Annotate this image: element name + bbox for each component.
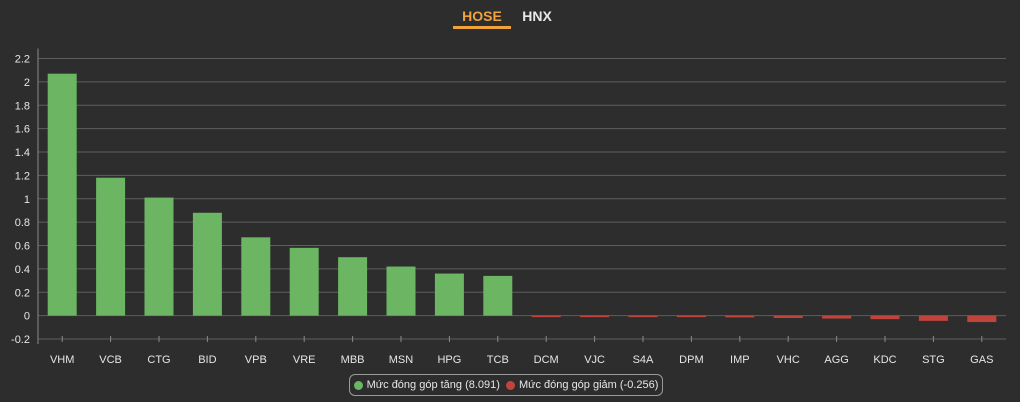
bar-s4a — [628, 315, 658, 318]
bar-gas — [967, 315, 997, 323]
x-tick-label: DPM — [679, 354, 703, 366]
legend-item-negative[interactable]: Mức đóng góp giảm (-0.256) — [505, 379, 659, 391]
bar-agg — [822, 315, 852, 319]
x-tick-label: VHC — [777, 354, 800, 366]
bar-vhm — [47, 73, 77, 316]
x-tick-label: BID — [198, 354, 216, 366]
grid-lines — [37, 48, 1006, 344]
x-tick-label: S4A — [633, 354, 654, 366]
x-tick-label: VCB — [99, 354, 122, 366]
bar-vjc — [580, 315, 610, 318]
x-tick-label: VHM — [50, 354, 74, 366]
bar-bid — [192, 212, 222, 316]
bar-tcb — [483, 275, 513, 316]
x-tick-label: VJC — [584, 354, 605, 366]
x-tick-label: STG — [922, 354, 945, 366]
y-tick-label: 2 — [24, 77, 30, 89]
x-tick-label: AGG — [824, 354, 848, 366]
y-axis-ticks: -0.2 0 0.2 0.4 0.6 0.8 1 1.2 1.4 1.6 1.8 2 2.2 — [11, 54, 30, 347]
bar-dpm — [676, 315, 706, 318]
chart-legend: Mức đóng góp tăng (8.091) Mức đóng góp g… — [349, 374, 663, 396]
y-tick-label: 0 — [24, 311, 30, 323]
y-tick-label: 1.4 — [15, 147, 30, 159]
bar-stg — [918, 315, 948, 321]
bar-vhc — [773, 315, 803, 318]
y-tick-label: 2.2 — [15, 54, 30, 66]
y-tick-label: 1.8 — [15, 100, 30, 112]
x-tick-label: GAS — [970, 354, 993, 366]
x-tick-label: MBB — [341, 354, 365, 366]
y-tick-label: 1 — [24, 194, 30, 206]
y-tick-label: 1.2 — [15, 170, 30, 182]
bar-vre — [289, 247, 319, 316]
x-tick-label: CTG — [147, 354, 170, 366]
x-tick-label: MSN — [389, 354, 414, 366]
legend-item-positive[interactable]: Mức đóng góp tăng (8.091) — [353, 379, 500, 391]
contribution-bar-chart: -0.2 0 0.2 0.4 0.6 0.8 1 1.2 1.4 1.6 1.8 2 2.2 VHM VC… — [11, 48, 1006, 366]
y-tick-label: 0.6 — [15, 241, 30, 253]
y-tick-label: 0.2 — [15, 287, 30, 299]
red-dot-icon — [505, 380, 515, 390]
x-tick-label: VPB — [245, 354, 267, 366]
bar-ctg — [144, 197, 174, 316]
bar-msn — [386, 266, 416, 316]
bar-vpb — [241, 237, 271, 316]
x-tick-label: HPG — [437, 354, 461, 366]
x-tick-label: DCM — [534, 354, 559, 366]
y-tick-label: -0.2 — [11, 334, 30, 346]
y-tick-label: 1.6 — [15, 124, 30, 136]
x-tick-label: TCB — [487, 354, 509, 366]
x-tick-label: VRE — [293, 354, 316, 366]
green-dot-icon — [353, 380, 363, 390]
bar-hpg — [434, 273, 464, 316]
x-tick-label: KDC — [873, 354, 896, 366]
bar-mbb — [338, 257, 368, 316]
bar-dcm — [531, 315, 561, 318]
x-axis-ticks: VHM VCB CTG BID VPB VRE MBB MSN HPG TCB DCM VJC S4A D… — [50, 336, 993, 366]
legend-positive-label: Mức đóng góp tăng (8.091) — [366, 379, 500, 391]
legend-negative-label: Mức đóng góp giảm (-0.256) — [518, 379, 659, 391]
bar-imp — [725, 315, 755, 318]
bars — [47, 73, 997, 323]
bar-kdc — [870, 315, 900, 320]
y-tick-label: 0.8 — [15, 217, 30, 229]
x-tick-label: IMP — [730, 354, 750, 366]
y-tick-label: 0.4 — [15, 264, 30, 276]
bar-vcb — [96, 177, 126, 316]
